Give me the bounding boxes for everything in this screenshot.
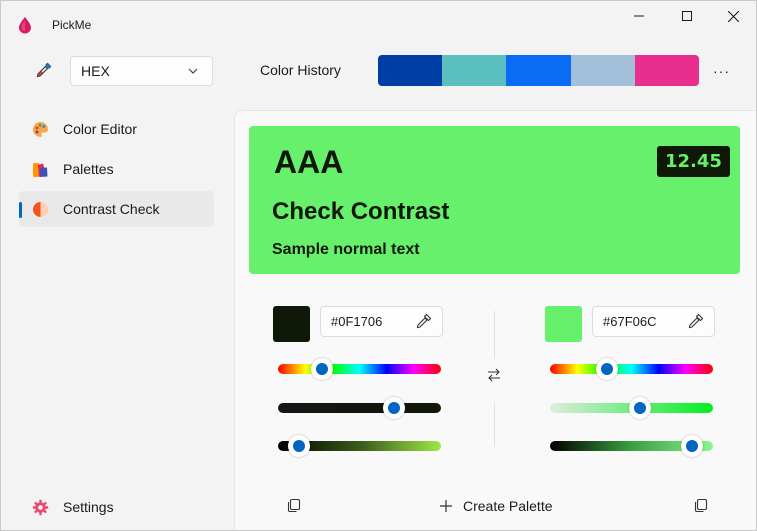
slider-thumb[interactable] xyxy=(288,435,311,457)
color-history-strip xyxy=(378,55,699,86)
gear-icon xyxy=(32,499,49,516)
divider xyxy=(494,311,495,359)
eyedropper-icon[interactable] xyxy=(687,313,704,330)
normal-sample-text: Sample normal text xyxy=(272,241,420,258)
background-color-swatch[interactable] xyxy=(545,306,582,342)
nav-item-palettes[interactable]: Palettes xyxy=(19,151,214,187)
nav-item-label: Contrast Check xyxy=(63,201,160,217)
slider-thumb[interactable] xyxy=(311,358,333,380)
palette-icon xyxy=(33,122,48,137)
nav-item-contrast-check[interactable]: Contrast Check xyxy=(19,191,214,227)
contrast-ratio-badge: 12.45 xyxy=(657,146,730,177)
history-swatch[interactable] xyxy=(378,55,443,86)
history-swatch[interactable] xyxy=(442,55,507,86)
maximize-button[interactable] xyxy=(664,1,710,31)
copy-icon xyxy=(694,498,708,513)
settings-label: Settings xyxy=(63,499,114,515)
contrast-preview-card: AAA 12.45 Check Contrast Sample normal t… xyxy=(249,126,740,274)
background-hex-input[interactable]: #67F06C xyxy=(592,306,715,337)
nav-item-color-editor[interactable]: Color Editor xyxy=(19,111,214,147)
copy-foreground-button[interactable] xyxy=(286,498,301,513)
background-color-controls: #67F06C xyxy=(545,306,715,466)
eyedropper-icon[interactable] xyxy=(415,313,432,330)
foreground-hue-slider[interactable] xyxy=(278,358,441,380)
title-bar: PickMe xyxy=(1,1,756,34)
background-saturation-slider[interactable] xyxy=(550,397,713,419)
minimize-icon xyxy=(634,15,644,17)
wcag-rating: AAA xyxy=(274,144,344,180)
app-title: PickMe xyxy=(52,18,92,32)
color-history-label: Color History xyxy=(260,62,341,78)
copy-icon xyxy=(287,498,301,513)
large-sample-text: Check Contrast xyxy=(272,198,450,225)
swap-colors-button[interactable] xyxy=(486,367,502,383)
sidebar-nav: Color Editor Palettes Contrast Check xyxy=(19,111,214,231)
format-value: HEX xyxy=(81,63,110,79)
slider-thumb[interactable] xyxy=(680,435,703,457)
more-options-button[interactable]: ··· xyxy=(713,63,730,79)
nav-item-label: Color Editor xyxy=(63,121,137,137)
divider xyxy=(494,403,495,447)
foreground-color-controls: #0F1706 xyxy=(273,306,443,466)
close-button[interactable] xyxy=(710,1,756,31)
app-window: PickMe HEX Color History ··· Color Edito… xyxy=(0,0,757,531)
create-palette-label: Create Palette xyxy=(463,498,553,514)
droplet-app-icon xyxy=(19,17,31,34)
nav-item-settings[interactable]: Settings xyxy=(19,489,214,525)
minimize-button[interactable] xyxy=(616,1,662,31)
maximize-icon xyxy=(682,11,692,21)
close-icon xyxy=(727,10,739,22)
foreground-hex-input[interactable]: #0F1706 xyxy=(320,306,443,337)
history-swatch[interactable] xyxy=(634,55,699,86)
format-dropdown[interactable]: HEX xyxy=(70,56,213,86)
background-hue-slider[interactable] xyxy=(550,358,713,380)
history-swatch[interactable] xyxy=(506,55,571,86)
create-palette-button[interactable]: Create Palette xyxy=(439,498,553,514)
nav-item-label: Palettes xyxy=(63,161,114,177)
foreground-hex-value: #0F1706 xyxy=(331,314,383,329)
foreground-saturation-slider[interactable] xyxy=(278,397,441,419)
contrast-check-panel: AAA 12.45 Check Contrast Sample normal t… xyxy=(234,110,756,530)
foreground-color-swatch[interactable] xyxy=(273,306,310,342)
background-hex-value: #67F06C xyxy=(603,314,657,329)
active-indicator xyxy=(19,202,22,218)
contrast-icon xyxy=(33,202,48,217)
background-lightness-slider[interactable] xyxy=(550,435,713,457)
eyedropper-button[interactable] xyxy=(35,61,53,79)
palettes-icon xyxy=(33,163,48,177)
slider-thumb[interactable] xyxy=(628,397,651,419)
slider-thumb[interactable] xyxy=(596,358,619,380)
plus-icon xyxy=(440,500,452,512)
copy-background-button[interactable] xyxy=(693,498,708,513)
history-swatch[interactable] xyxy=(570,55,635,86)
chevron-down-icon xyxy=(188,68,198,74)
slider-thumb[interactable] xyxy=(382,397,405,419)
foreground-lightness-slider[interactable] xyxy=(278,435,441,457)
